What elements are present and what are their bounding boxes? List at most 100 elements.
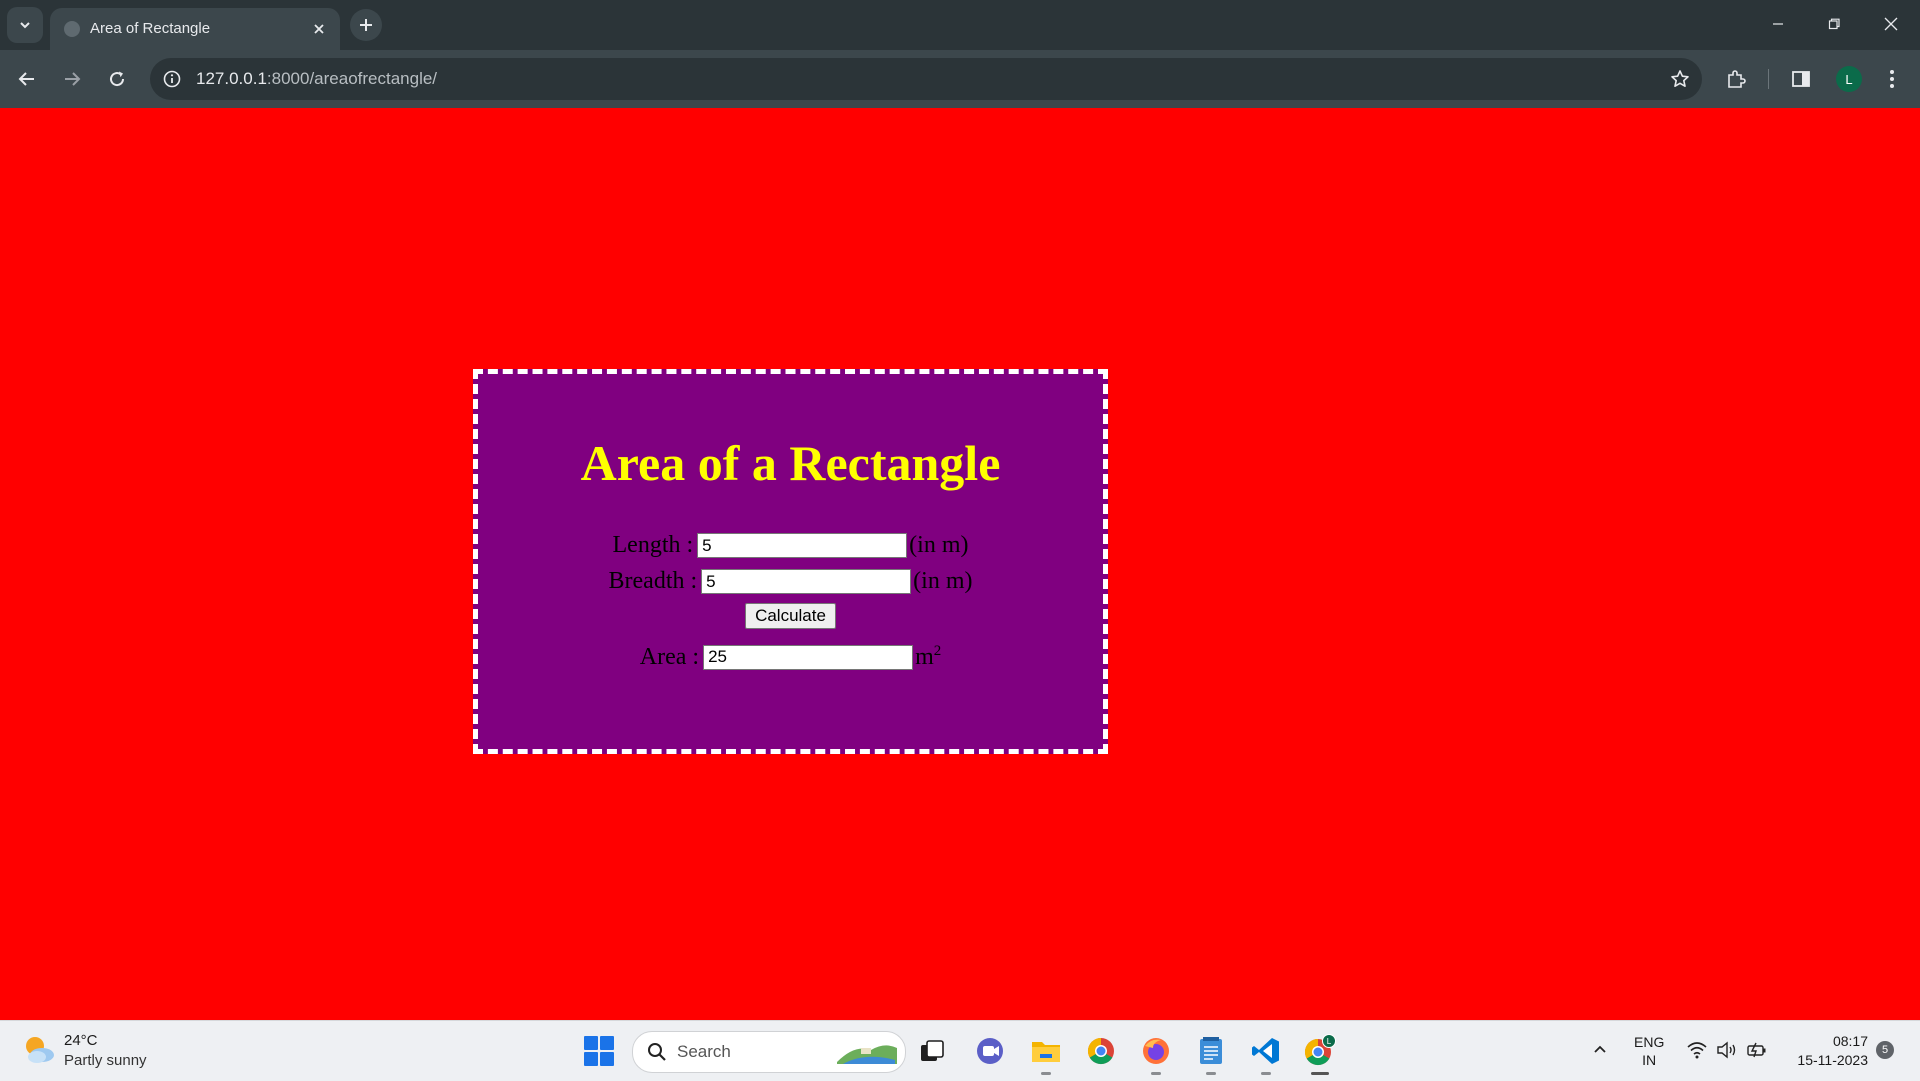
new-tab-button[interactable]	[350, 9, 382, 41]
chrome-profile-icon: L	[1304, 1034, 1336, 1066]
notification-badge[interactable]: 5	[1876, 1041, 1894, 1059]
area-unit-exponent: 2	[933, 643, 942, 659]
menu-button[interactable]	[1876, 63, 1908, 95]
search-icon	[648, 1043, 666, 1061]
taskbar-file-explorer[interactable]	[1028, 1033, 1064, 1075]
running-indicator	[1151, 1072, 1161, 1075]
chevron-up-icon[interactable]	[1592, 1041, 1608, 1057]
close-icon	[314, 24, 324, 34]
taskbar-teams-chat[interactable]	[972, 1033, 1008, 1069]
tab-close-button[interactable]	[308, 18, 330, 40]
taskbar-firefox[interactable]	[1138, 1033, 1174, 1075]
area-output[interactable]	[703, 644, 914, 670]
breadth-label: Breadth :	[608, 568, 698, 594]
task-view-icon	[921, 1040, 944, 1061]
calculate-row: Calculate	[478, 603, 1103, 629]
taskbar-chrome-profile[interactable]: L	[1302, 1033, 1338, 1075]
language-code: ENG	[1634, 1034, 1665, 1050]
weather-temperature[interactable]: 24°C	[64, 1032, 98, 1049]
breadth-row: Breadth : (in m)	[478, 568, 1103, 595]
wifi-icon[interactable]	[1686, 1041, 1708, 1059]
browser-toolbar: 127.0.0.1:8000/areaofrectangle/ L	[0, 50, 1920, 108]
chat-icon	[977, 1038, 1003, 1064]
restore-icon	[1828, 18, 1840, 30]
close-window-button[interactable]	[1873, 8, 1909, 40]
bookmark-star-icon[interactable]	[1668, 67, 1692, 91]
tab-title: Area of Rectangle	[90, 20, 211, 37]
running-indicator	[1206, 1072, 1216, 1075]
forward-button[interactable]	[56, 63, 88, 95]
search-highlight-illustration	[837, 1045, 897, 1064]
weather-description[interactable]: Partly sunny	[64, 1052, 147, 1069]
taskbar-notepad[interactable]	[1193, 1033, 1229, 1075]
page-title: Area of a Rectangle	[580, 435, 1001, 491]
system-clock[interactable]: 08:17 15-11-2023	[1784, 1032, 1868, 1070]
more-vertical-icon	[1890, 70, 1894, 88]
windows-logo-tile	[600, 1036, 614, 1050]
breadth-input[interactable]	[701, 569, 912, 594]
side-panel-icon	[1792, 71, 1810, 87]
plus-icon	[360, 19, 372, 31]
length-row: Length : (in m)	[478, 532, 1103, 559]
running-indicator	[1041, 1072, 1051, 1075]
notepad-icon	[1200, 1037, 1222, 1064]
puzzle-icon	[1728, 70, 1746, 88]
language-indicator[interactable]: ENG IN	[1634, 1033, 1664, 1069]
area-label: Area :	[639, 643, 700, 670]
partly-sunny-icon[interactable]	[22, 1033, 56, 1067]
taskbar-chrome[interactable]	[1083, 1033, 1119, 1069]
area-unit-base: m	[915, 644, 934, 670]
address-bar[interactable]: 127.0.0.1:8000/areaofrectangle/	[150, 58, 1702, 100]
windows-logo-tile	[584, 1052, 598, 1066]
toolbar-separator	[1768, 69, 1769, 89]
browser-tab[interactable]: Area of Rectangle	[50, 8, 340, 50]
area-unit: m2	[915, 643, 941, 671]
side-panel-button[interactable]	[1785, 63, 1817, 95]
taskbar: 24°C Partly sunny Search L ENG IN 08:17 …	[0, 1020, 1920, 1081]
calculator-card: Area of a Rectangle Length : (in m) Brea…	[473, 369, 1108, 754]
area-row: Area : m2	[478, 643, 1103, 671]
battery-charging-icon[interactable]	[1746, 1041, 1768, 1059]
language-region: IN	[1642, 1052, 1657, 1068]
taskbar-search[interactable]: Search	[632, 1031, 906, 1073]
calculate-button[interactable]: Calculate	[745, 603, 836, 629]
chrome-icon	[1087, 1037, 1114, 1065]
back-button[interactable]	[11, 63, 43, 95]
minimize-icon	[1773, 23, 1783, 25]
minimize-button[interactable]	[1760, 8, 1796, 40]
arrow-left-icon	[18, 72, 34, 86]
firefox-icon	[1143, 1038, 1169, 1064]
running-indicator	[1261, 1072, 1271, 1075]
vscode-icon	[1252, 1038, 1279, 1064]
length-input[interactable]	[697, 533, 908, 558]
taskbar-vscode[interactable]	[1248, 1033, 1284, 1075]
length-unit: (in m)	[909, 532, 969, 558]
breadth-unit: (in m)	[913, 568, 973, 594]
arrow-right-icon	[65, 72, 81, 86]
windows-logo-tile	[584, 1036, 598, 1050]
reload-icon	[110, 71, 125, 87]
profile-avatar[interactable]: L	[1836, 66, 1862, 92]
url-text[interactable]: 127.0.0.1:8000/areaofrectangle/	[196, 69, 437, 89]
length-label: Length :	[612, 532, 694, 558]
tab-search-button[interactable]	[7, 7, 43, 43]
globe-icon	[64, 21, 80, 37]
page-viewport: Area of a Rectangle Length : (in m) Brea…	[0, 108, 1920, 1020]
clock-time: 08:17	[1832, 1033, 1868, 1049]
volume-icon[interactable]	[1716, 1041, 1738, 1059]
start-button[interactable]	[584, 1036, 614, 1066]
chevron-down-icon	[20, 22, 30, 29]
reload-button[interactable]	[101, 63, 133, 95]
restore-button[interactable]	[1816, 8, 1852, 40]
url-path: :8000/areaofrectangle/	[266, 69, 438, 88]
windows-logo-tile	[600, 1052, 614, 1066]
site-info-icon[interactable]	[160, 67, 184, 91]
search-placeholder: Search	[677, 1042, 731, 1061]
folder-icon	[1032, 1042, 1060, 1062]
extensions-button[interactable]	[1720, 63, 1752, 95]
taskbar-task-view[interactable]	[914, 1033, 950, 1069]
url-host: 127.0.0.1	[196, 69, 267, 88]
svg-text:L: L	[1327, 1037, 1332, 1046]
close-icon	[1884, 17, 1898, 31]
clock-date: 15-11-2023	[1797, 1052, 1868, 1068]
